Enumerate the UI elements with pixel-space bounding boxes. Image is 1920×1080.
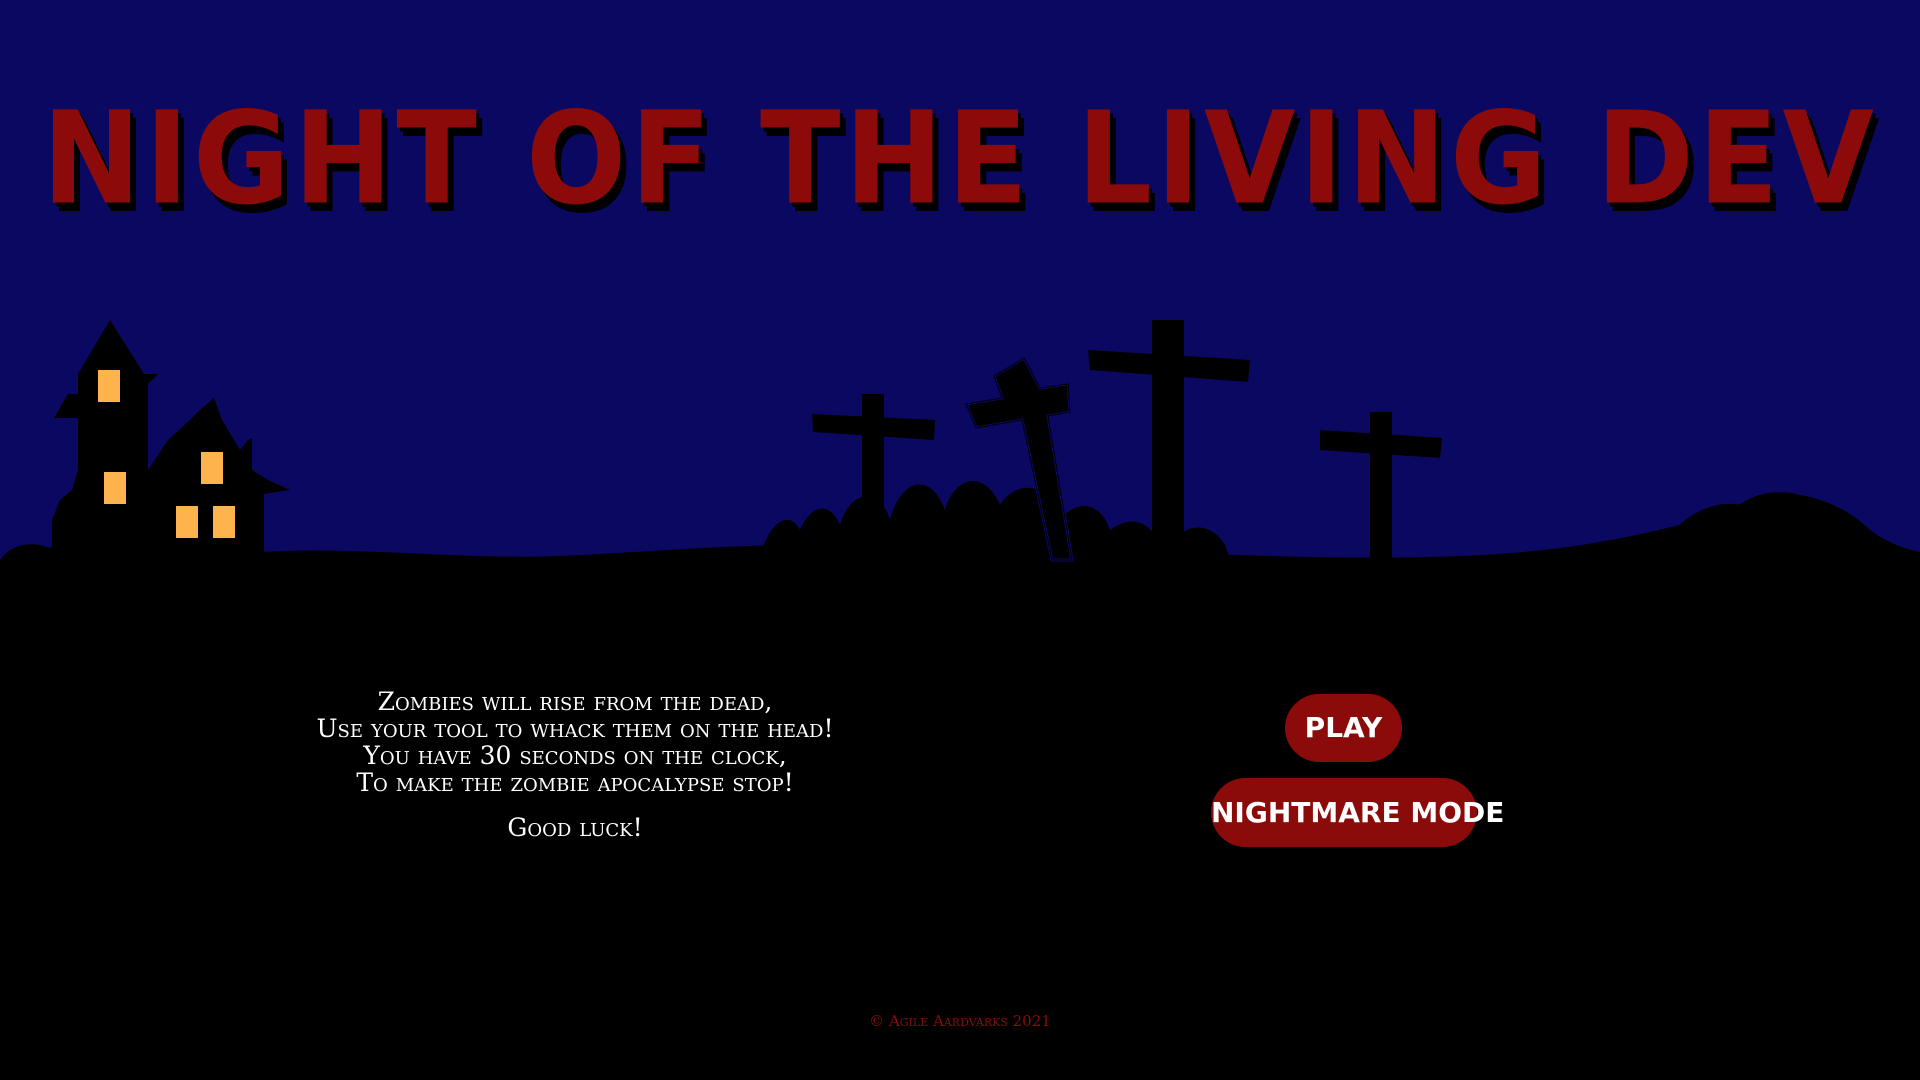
instruction-line: To make the zombie apocalypse stop!: [356, 768, 794, 797]
copyright-footer: © Agile Aardvarks 2021: [869, 1012, 1051, 1030]
play-button[interactable]: Play: [1285, 694, 1402, 762]
instruction-line: You have 30 seconds on the clock,: [363, 741, 787, 770]
instruction-line: Zombies will rise from the dead,: [377, 687, 773, 716]
instruction-line: Use your tool to whack them on the head!: [316, 714, 834, 743]
nightmare-mode-button[interactable]: Nightmare Mode: [1211, 778, 1504, 847]
good-luck-text: Good luck!: [507, 813, 643, 842]
grave-cross-icon: [1320, 412, 1442, 580]
game-title: Night of the Living Dev: [42, 83, 1878, 233]
haunted-house-icon: [52, 320, 290, 560]
instructions-poem: Zombies will rise from the dead, Use you…: [280, 688, 870, 841]
